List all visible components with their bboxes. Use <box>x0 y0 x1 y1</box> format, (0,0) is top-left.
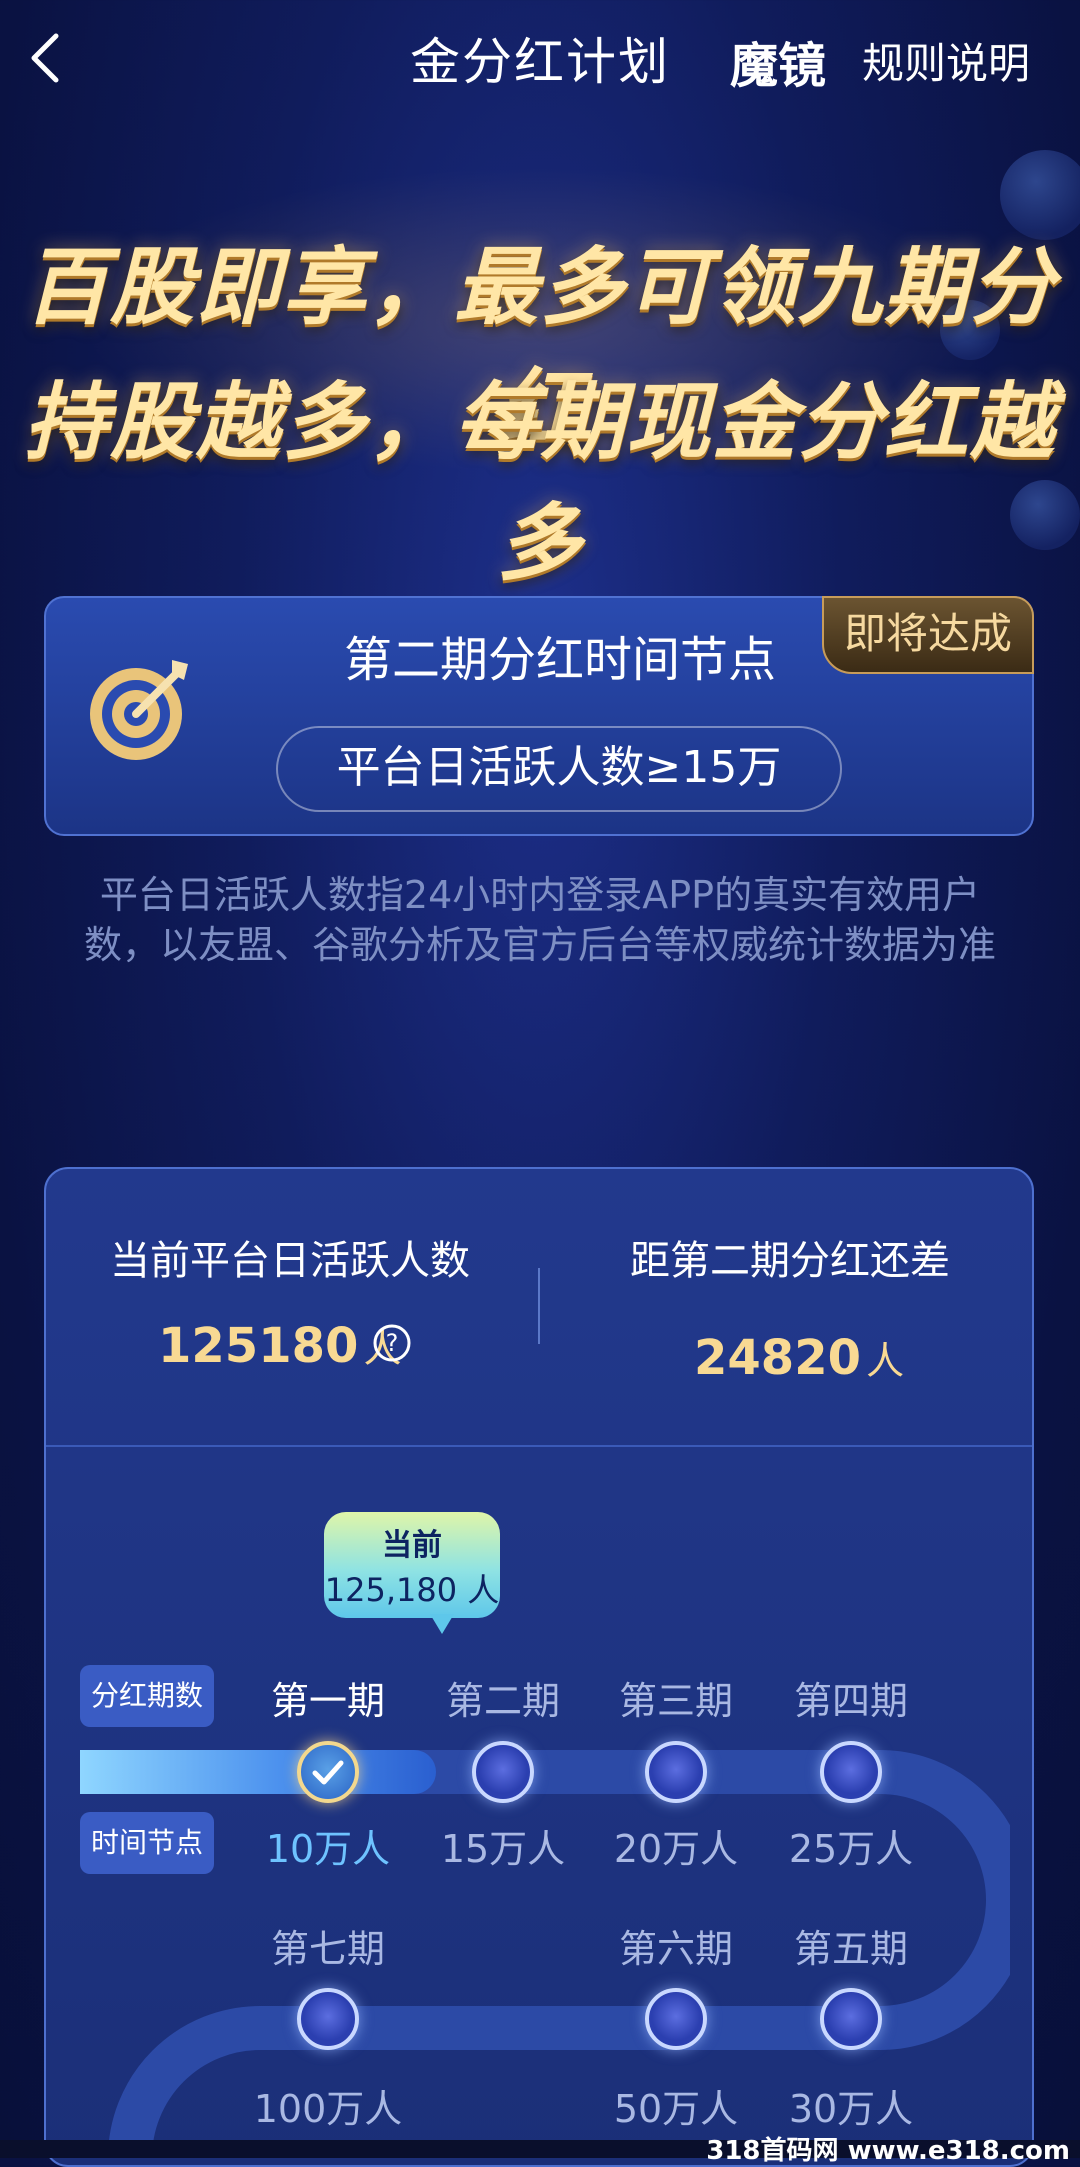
period-label: 第二期 <box>445 1679 560 1723</box>
threshold-pill: 平台日活跃人数≥15万 <box>276 726 842 812</box>
help-icon[interactable]: ? <box>372 1323 412 1363</box>
node-label: 30万人 <box>788 2087 914 2131</box>
timeline-node <box>297 1988 359 2050</box>
tooltip-value: 125,180 人 <box>324 1571 500 1609</box>
progress-bar <box>80 1750 436 1794</box>
node-label: 25万人 <box>788 1827 914 1871</box>
remaining-value: 24820 <box>694 1330 861 1386</box>
svg-text:?: ? <box>386 1329 399 1357</box>
tooltip-arrow <box>430 1614 454 1634</box>
tooltip-title: 当前 <box>382 1528 442 1563</box>
milestone-title: 第二期分红时间节点 <box>343 632 776 688</box>
current-dau-value: 125180 <box>158 1318 359 1374</box>
period-label: 第四期 <box>793 1679 908 1723</box>
node-label: 10万人 <box>265 1827 391 1871</box>
node-label: 15万人 <box>440 1827 566 1871</box>
node-label: 20万人 <box>613 1827 739 1871</box>
node-label: 100万人 <box>253 2087 403 2131</box>
period-label: 第七期 <box>270 1927 385 1971</box>
timeline-node <box>645 1988 707 2050</box>
divider <box>538 1268 540 1344</box>
remaining-value-group: 24820 人 <box>694 1330 904 1386</box>
timeline-node <box>472 1741 534 1803</box>
remaining-label: 距第二期分红还差 <box>630 1238 950 1284</box>
rules-link[interactable]: 规则说明 <box>862 30 1030 91</box>
target-icon <box>90 660 188 760</box>
divider <box>46 1445 1032 1447</box>
brand-name: 魔镜 <box>730 38 827 94</box>
description-text: 平台日活跃人数指24小时内登录APP的真实有效用户数，以友盟、谷歌分析及官方后台… <box>83 873 996 967</box>
remaining-unit: 人 <box>866 1339 905 1383</box>
timeline-node-done <box>297 1741 359 1803</box>
check-icon <box>312 1760 344 1785</box>
hero-headline-2: 持股越多，每期现金分红越多 <box>23 373 1056 592</box>
timeline-node <box>820 1741 882 1803</box>
timeline-node <box>820 1988 882 2050</box>
period-tag: 分红期数 <box>80 1665 214 1727</box>
watermark-text: 318首码网 www.e318.com <box>706 2136 1070 2166</box>
node-label: 50万人 <box>613 2087 739 2131</box>
node-tag: 时间节点 <box>80 1812 214 1874</box>
period-label: 第六期 <box>618 1927 733 1971</box>
period-label: 第三期 <box>618 1679 733 1723</box>
status-badge: 即将达成 <box>822 596 1034 674</box>
current-dau-label: 当前平台日活跃人数 <box>110 1238 470 1284</box>
current-dau-value-group: 125180 人 <box>158 1318 402 1374</box>
period-label: 第五期 <box>793 1927 908 1971</box>
period-label: 第一期 <box>270 1679 385 1723</box>
timeline-node <box>645 1741 707 1803</box>
